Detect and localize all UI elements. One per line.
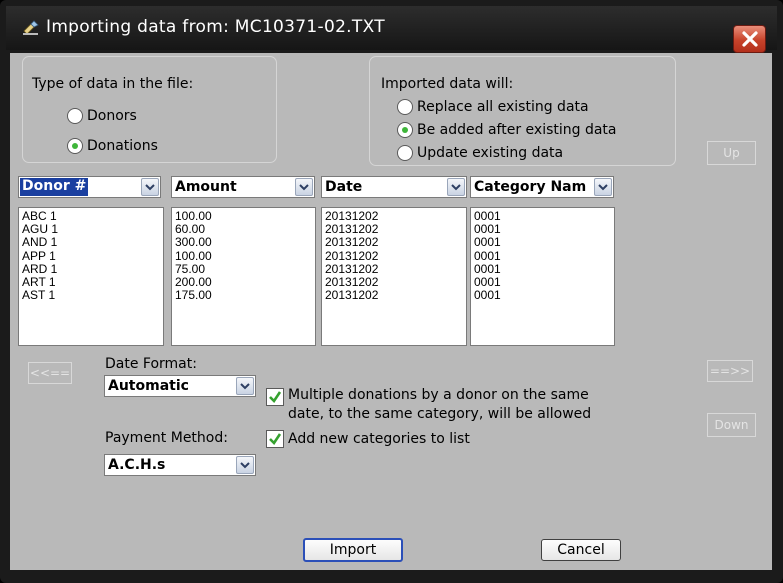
radio-donors[interactable]: Donors	[67, 108, 137, 124]
column-select-amount[interactable]: Amount	[171, 176, 315, 198]
radio-update[interactable]: Update existing data	[397, 145, 563, 161]
radio-added-after-label: Be added after existing data	[417, 122, 617, 138]
import-dialog: Importing data from: MC10371-02.TXT Type…	[0, 0, 783, 583]
close-button[interactable]	[733, 25, 766, 53]
data-type-title: Type of data in the file:	[32, 76, 194, 92]
move-right-button[interactable]: ==>>	[707, 360, 753, 382]
cancel-button[interactable]: Cancel	[541, 539, 621, 561]
radio-replace-button[interactable]	[397, 99, 413, 115]
window-title: Importing data from: MC10371-02.TXT	[46, 17, 385, 37]
chevron-down-icon[interactable]	[447, 178, 465, 196]
list-item: 0001	[474, 248, 501, 263]
list-item: 0001	[474, 288, 501, 303]
date-format-select[interactable]: Automatic	[104, 375, 256, 397]
multiple-donations-line1: Multiple donations by a donor on the sam…	[288, 387, 589, 403]
list-item: 100.00	[175, 248, 212, 263]
chevron-down-icon[interactable]	[236, 377, 254, 395]
chevron-down-icon[interactable]	[594, 178, 612, 196]
radio-replace-label: Replace all existing data	[417, 99, 589, 115]
column-select-donor[interactable]: Donor #	[18, 176, 161, 198]
close-icon	[741, 31, 758, 47]
chevron-down-icon[interactable]	[295, 178, 313, 196]
list-item: 0001	[474, 235, 501, 250]
column-select-amount-value: Amount	[175, 179, 237, 195]
import-mode-group: Imported data will: Replace all existing…	[369, 56, 676, 166]
preview-list-donor[interactable]: ABC 1 AGU 1 AND 1 APP 1 ARD 1 ART 1 AST …	[18, 207, 164, 346]
radio-added-after-button[interactable]	[397, 122, 413, 138]
import-mode-title: Imported data will:	[381, 76, 514, 92]
add-categories-label: Add new categories to list	[288, 431, 470, 447]
radio-update-label: Update existing data	[417, 145, 564, 161]
list-item: APP 1	[22, 248, 56, 263]
date-format-value: Automatic	[108, 378, 189, 394]
radio-update-button[interactable]	[397, 145, 413, 161]
date-format-label: Date Format:	[105, 356, 197, 372]
chevron-down-icon[interactable]	[141, 178, 159, 196]
list-item: AST 1	[22, 288, 56, 303]
preview-list-date[interactable]: 20131202 20131202 20131202 20131202 2013…	[321, 207, 467, 346]
radio-donations[interactable]: Donations	[67, 138, 158, 154]
list-item: 20131202	[325, 235, 379, 250]
payment-method-label: Payment Method:	[105, 430, 228, 446]
add-categories-checkbox[interactable]	[266, 430, 284, 448]
multiple-donations-label: Multiple donations by a donor on the sam…	[288, 386, 591, 424]
up-button[interactable]: Up	[707, 141, 756, 165]
column-select-category[interactable]: Category Nam	[470, 176, 614, 198]
checkmark-icon	[269, 433, 282, 446]
radio-donations-label: Donations	[87, 138, 158, 154]
list-item: 20131202	[325, 248, 379, 263]
move-left-button[interactable]: <<==	[28, 362, 72, 384]
radio-donors-button[interactable]	[67, 108, 83, 124]
column-select-date-value: Date	[325, 179, 363, 195]
list-item: 300.00	[175, 235, 212, 250]
list-item: AND 1	[22, 235, 58, 250]
multiple-donations-line2: date, to the same category, will be allo…	[288, 406, 592, 422]
column-select-donor-value: Donor #	[20, 178, 89, 196]
list-item: 20131202	[325, 288, 379, 303]
data-type-group: Type of data in the file: Donors Donatio…	[22, 56, 277, 163]
radio-added-after[interactable]: Be added after existing data	[397, 122, 617, 138]
dialog-body: Type of data in the file: Donors Donatio…	[10, 53, 772, 570]
radio-donations-button[interactable]	[67, 138, 83, 154]
radio-donors-label: Donors	[87, 108, 137, 124]
checkmark-icon	[269, 391, 282, 404]
payment-method-select[interactable]: A.C.H.s	[104, 454, 256, 476]
title-bar[interactable]: Importing data from: MC10371-02.TXT	[6, 6, 777, 50]
chevron-down-icon[interactable]	[236, 456, 254, 474]
list-item: 175.00	[175, 288, 212, 303]
import-button[interactable]: Import	[303, 538, 403, 562]
preview-list-amount[interactable]: 100.00 60.00 300.00 100.00 75.00 200.00 …	[171, 207, 316, 346]
app-icon	[23, 20, 39, 35]
column-select-date[interactable]: Date	[321, 176, 467, 198]
payment-method-value: A.C.H.s	[108, 457, 166, 473]
preview-list-category[interactable]: 0001 0001 0001 0001 0001 0001 0001	[470, 207, 615, 346]
radio-replace[interactable]: Replace all existing data	[397, 99, 589, 115]
down-button[interactable]: Down	[707, 413, 756, 437]
column-select-category-value: Category Nam	[474, 179, 587, 195]
multiple-donations-checkbox[interactable]	[266, 388, 284, 406]
